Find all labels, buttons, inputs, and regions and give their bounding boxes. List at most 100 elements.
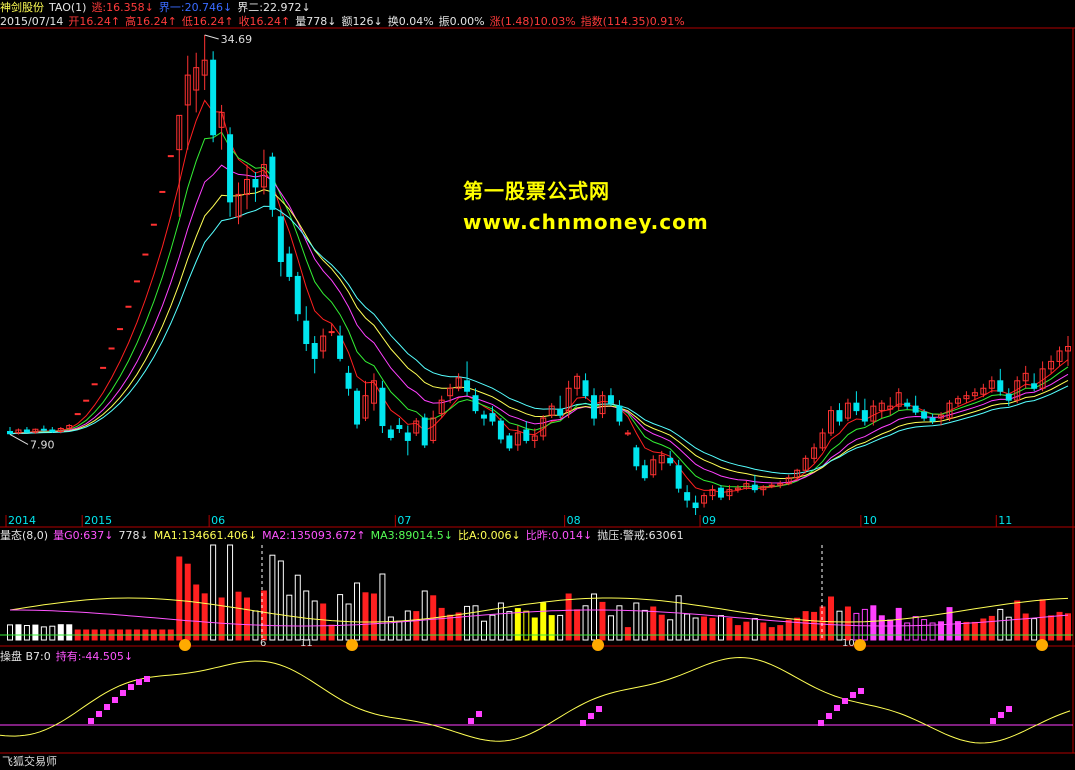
watermark-title: 第一股票公式网	[463, 179, 610, 203]
quote-value-3: 收16.24↑	[238, 15, 291, 28]
candle	[269, 152, 276, 217]
candle-body	[921, 411, 928, 419]
candle-body	[74, 413, 81, 416]
candle-body	[497, 420, 504, 440]
osc-signal-block	[104, 704, 110, 710]
candle-body	[633, 447, 640, 467]
volume-bar	[227, 544, 234, 641]
quote-value-9: 指数(114.35)0.91%	[580, 15, 685, 28]
date-axis: 2014 2015 06 07 08 09 10 11	[5, 514, 1012, 527]
volume-bar	[743, 621, 750, 641]
candle-body	[768, 484, 775, 487]
osc-panel-header: 操盘 B7:0 持有:-44.505↓	[0, 650, 143, 663]
candle-body	[354, 390, 361, 425]
osc-signal-block	[990, 718, 996, 724]
candle	[667, 450, 674, 466]
volume-bar	[802, 611, 809, 641]
chart-frame	[0, 27, 1075, 754]
indicator-name[interactable]: TAO(1)	[49, 1, 86, 14]
candle	[887, 397, 894, 416]
volume-panel-label[interactable]: 量态(8,0)	[0, 529, 48, 542]
volume-bar	[523, 610, 530, 641]
volume-value-1: 778↓	[118, 529, 149, 542]
quote-value-7: 振0.00%	[438, 15, 485, 28]
candle	[523, 421, 530, 444]
osc-signal-block	[88, 718, 94, 724]
header-value-0: 逃:16.358↓	[91, 1, 154, 14]
signal-dot	[179, 639, 191, 651]
volume-bar	[1065, 613, 1071, 641]
candle	[108, 347, 115, 350]
candle	[811, 443, 818, 463]
candle-body	[142, 253, 149, 256]
header-value-1: 界一:20.746↓	[158, 1, 233, 14]
volume-bar	[667, 619, 674, 641]
candle	[650, 455, 657, 478]
candle-body	[591, 395, 598, 419]
candle-body	[616, 405, 623, 422]
candle	[751, 474, 758, 493]
volume-bar	[201, 593, 208, 641]
candle	[531, 428, 538, 448]
volume-bar	[1022, 613, 1029, 641]
volume-bar	[785, 619, 792, 641]
candle-body	[861, 410, 868, 422]
candle-body	[91, 383, 98, 386]
osc-panel-label[interactable]: 操盘 B7:0	[0, 650, 51, 663]
candle	[379, 380, 386, 433]
candle	[311, 336, 318, 374]
candle	[878, 400, 885, 419]
candle-body	[150, 223, 157, 226]
volume-bar	[591, 593, 598, 641]
candle	[193, 52, 200, 113]
volume-bar	[777, 625, 784, 641]
candle-body	[836, 410, 843, 422]
x-tick-label: 2015	[84, 514, 112, 527]
candle	[438, 395, 445, 419]
volume-bar	[658, 614, 665, 641]
candle-body	[667, 457, 674, 464]
stock-name[interactable]: 神剑股份	[0, 1, 44, 14]
volume-bar	[717, 615, 724, 641]
candle	[83, 399, 90, 402]
quote-value-5: 额126↓	[341, 15, 383, 28]
volume-ma-yellow	[9, 597, 1069, 623]
osc-signal-block	[468, 718, 474, 724]
candle	[921, 409, 928, 422]
volume-bar	[701, 616, 708, 641]
volume-bar	[15, 624, 22, 641]
candle-body	[751, 484, 758, 491]
header-line-1: 神剑股份 TAO(1) 逃:16.358↓ 界一:20.746↓ 界二:22.972↓	[0, 1, 321, 14]
candle	[404, 425, 411, 456]
candle-body	[286, 253, 293, 277]
signal-dot	[1036, 639, 1048, 651]
candle	[243, 164, 250, 210]
volume-bar	[218, 597, 225, 641]
candle	[472, 388, 479, 414]
volume-bar	[531, 617, 538, 641]
osc-value-0: 持有:-44.505↓	[55, 650, 134, 663]
candle-body	[472, 395, 479, 412]
volume-bar	[387, 616, 394, 641]
volume-bar	[32, 624, 39, 641]
volume-bar	[480, 620, 487, 641]
osc-signal-block	[128, 684, 134, 690]
candle	[988, 376, 995, 393]
candle	[684, 485, 691, 508]
candle	[777, 480, 784, 489]
candle	[794, 468, 801, 481]
candle-body	[100, 366, 107, 369]
osc-signal-block	[826, 713, 832, 719]
volume-value-0: 量G0:637↓	[53, 529, 114, 542]
volume-bar	[303, 590, 310, 641]
volume-bar	[370, 593, 377, 641]
quote-value-0: 开16.24↑	[68, 15, 121, 28]
candle-body	[387, 429, 394, 438]
volume-value-6: 比昨:0.014↓	[525, 529, 593, 542]
candle	[1048, 355, 1055, 374]
candle	[303, 306, 310, 351]
volume-value-4: MA3:89014.5↓	[370, 529, 454, 542]
volume-bar	[362, 592, 369, 641]
volume-bar	[887, 619, 894, 641]
candle-body	[607, 395, 614, 404]
